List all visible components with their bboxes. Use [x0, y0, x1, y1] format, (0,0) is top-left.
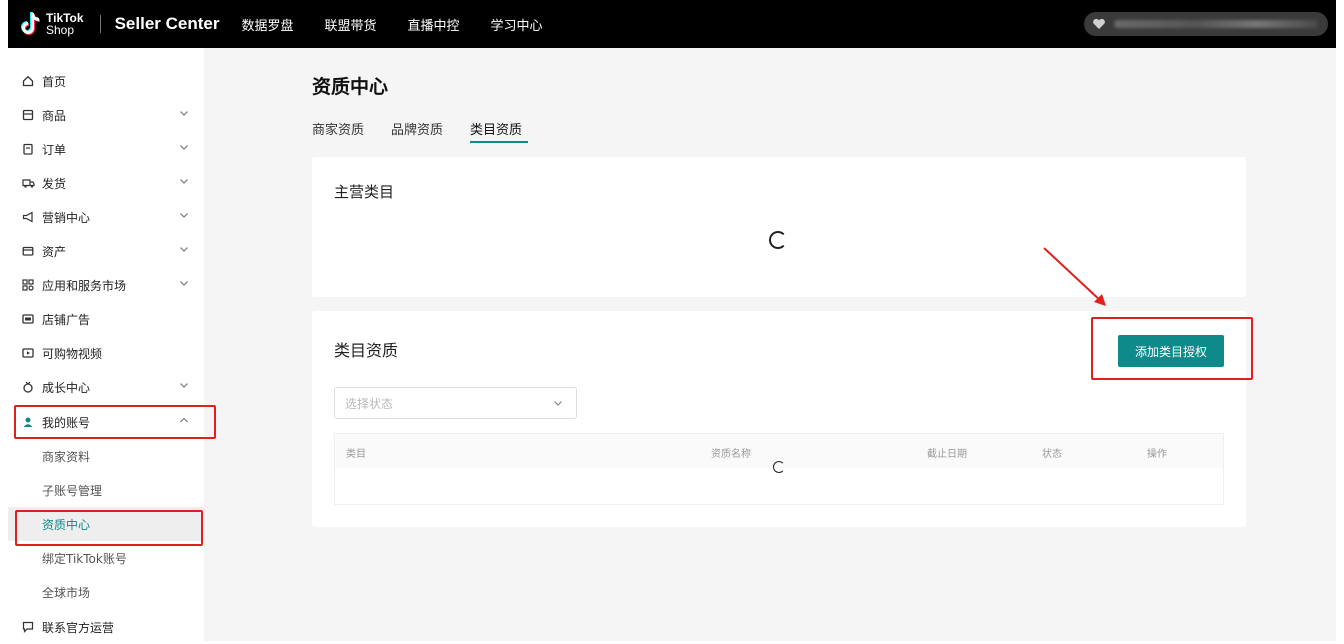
sidebar-item-label: 店铺广告 — [42, 312, 91, 327]
column-header-actions: 操作 — [1147, 449, 1167, 460]
column-header-status: 状态 — [1042, 449, 1062, 460]
main-category-title: 主营类目 — [334, 183, 395, 201]
apps-icon — [21, 278, 35, 292]
sidebar: 首页 商品 订单 发货 营销中心 资产 应用和服务市场 店铺广告 可购物视频 成… — [8, 48, 216, 641]
sidebar-item-growth-center[interactable]: 成长中心 — [8, 370, 204, 404]
brand-title[interactable]: Seller Center — [115, 14, 220, 34]
column-header-expiry-date: 截止日期 — [927, 449, 967, 460]
sidebar-item-app-market[interactable]: 应用和服务市场 — [8, 268, 204, 302]
nav-data-compass[interactable]: 数据罗盘 — [241, 15, 293, 34]
nav-learning-center[interactable]: 学习中心 — [491, 15, 543, 34]
column-header-qualification-name: 资质名称 — [711, 449, 751, 460]
page-title: 资质中心 — [312, 76, 389, 98]
wallet-icon — [21, 244, 35, 258]
sidebar-item-products[interactable]: 商品 — [8, 98, 204, 132]
sidebar-item-label: 发货 — [42, 176, 67, 191]
logo-text-bottom: Shop — [46, 23, 75, 37]
column-header-category: 类目 — [346, 449, 366, 460]
chevron-down-icon — [180, 247, 188, 252]
nav-affiliate[interactable]: 联盟带货 — [324, 15, 376, 34]
main-content: 资质中心 商家资质 品牌资质 类目资质 主营类目 类目资质 添加类目授权 选择状… — [204, 48, 1336, 641]
order-icon — [21, 142, 35, 156]
highlight-box-qualification-center — [15, 510, 203, 546]
ad-icon — [21, 312, 35, 326]
sidebar-item-label: 营销中心 — [42, 210, 91, 225]
sidebar-item-label: 联系官方运营 — [42, 620, 115, 635]
red-arrow-annotation — [1043, 247, 1106, 306]
chevron-down-icon — [180, 213, 188, 218]
highlight-box-my-account — [14, 405, 216, 439]
tab-category-qualification[interactable]: 类目资质 — [470, 119, 522, 138]
home-icon — [21, 74, 35, 88]
sidebar-item-label: 首页 — [42, 74, 67, 89]
category-qualification-title: 类目资质 — [334, 341, 399, 360]
status-select-placeholder: 选择状态 — [345, 396, 394, 411]
active-tab-indicator — [470, 141, 528, 143]
sidebar-item-contact-operator[interactable]: 联系官方运营 — [8, 610, 204, 641]
tiktok-logo-icon — [20, 11, 42, 37]
sidebar-item-orders[interactable]: 订单 — [8, 132, 204, 166]
sidebar-item-assets[interactable]: 资产 — [8, 234, 204, 268]
chevron-down-icon — [180, 111, 188, 116]
sidebar-item-shipping[interactable]: 发货 — [8, 166, 204, 200]
tab-brand-qualification[interactable]: 品牌资质 — [391, 119, 443, 138]
growth-icon — [21, 380, 35, 394]
sidebar-subitem-subaccount[interactable]: 子账号管理 — [8, 473, 204, 507]
sidebar-item-store-ads[interactable]: 店铺广告 — [8, 302, 204, 336]
sidebar-item-label: 订单 — [42, 142, 67, 157]
sidebar-subitem-global-market[interactable]: 全球市场 — [8, 575, 204, 609]
category-qualification-card: 类目资质 添加类目授权 选择状态 类目 资质名称 截止日期 状态 操作 — [312, 311, 1253, 527]
sidebar-subitem-bind-tiktok[interactable]: 绑定TikTok账号 — [8, 541, 204, 575]
redacted-username — [1114, 20, 1318, 28]
chat-icon — [21, 620, 35, 634]
header-divider — [99, 15, 101, 33]
tiktok-shop-logo[interactable]: TikTok Shop — [20, 11, 84, 37]
sidebar-item-label: 资产 — [42, 244, 67, 259]
chevron-down-icon — [554, 401, 562, 406]
chevron-down-icon — [180, 281, 188, 286]
highlight-box-add-button — [1091, 317, 1253, 380]
chevron-down-icon — [180, 179, 188, 184]
video-icon — [21, 346, 35, 360]
sidebar-item-marketing[interactable]: 营销中心 — [8, 200, 204, 234]
qualification-table: 类目 资质名称 截止日期 状态 操作 — [334, 433, 1224, 505]
chevron-down-icon — [180, 145, 188, 150]
sidebar-item-label: 应用和服务市场 — [42, 278, 127, 293]
megaphone-icon — [21, 210, 35, 224]
app-window: TikTok Shop Seller Center 数据罗盘 联盟带货 直播中控… — [8, 0, 1336, 641]
status-select[interactable]: 选择状态 — [334, 387, 577, 419]
product-icon — [21, 108, 35, 122]
truck-icon — [21, 176, 35, 190]
sidebar-subitem-merchant-profile[interactable]: 商家资料 — [8, 439, 204, 473]
user-account-menu[interactable] — [1084, 12, 1328, 36]
sidebar-item-label: 成长中心 — [42, 380, 91, 395]
nav-live-control[interactable]: 直播中控 — [408, 15, 460, 34]
table-loading-spinner-icon — [773, 461, 785, 473]
avatar-icon — [1092, 15, 1106, 34]
top-bar: TikTok Shop Seller Center 数据罗盘 联盟带货 直播中控… — [8, 0, 1336, 48]
sidebar-item-label: 商品 — [42, 108, 67, 123]
sidebar-item-label: 可购物视频 — [42, 346, 103, 361]
sidebar-item-home[interactable]: 首页 — [8, 64, 204, 98]
sidebar-item-shoppable-video[interactable]: 可购物视频 — [8, 336, 204, 370]
chevron-down-icon — [180, 383, 188, 388]
loading-spinner-icon — [769, 231, 787, 249]
tab-merchant-qualification[interactable]: 商家资质 — [312, 119, 364, 138]
